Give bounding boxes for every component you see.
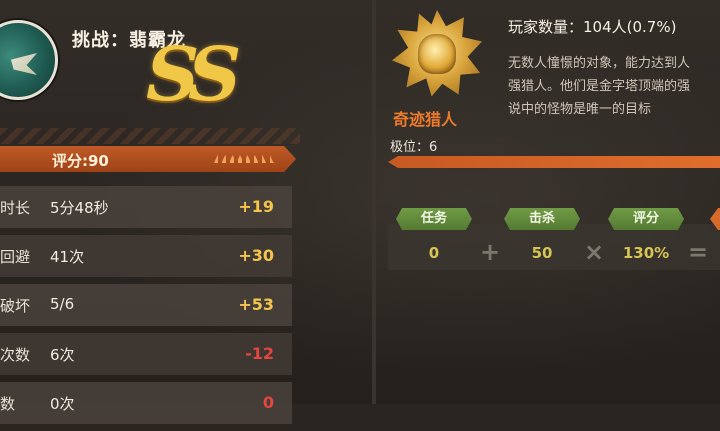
stat-points: -12 — [245, 344, 274, 363]
kill-tag: 击杀 — [504, 208, 580, 230]
kill-value: 50 — [531, 244, 553, 262]
stat-row: 时长 5分48秒 +19 — [0, 186, 292, 228]
stat-row: 数 0次 0 — [0, 382, 292, 424]
stat-label: 破坏 — [0, 297, 31, 315]
rating-tag: 评分 — [608, 208, 684, 230]
score-label: 评分:90 — [52, 152, 109, 170]
monster-avatar — [0, 20, 58, 100]
rank-position: 极位：6 — [390, 140, 438, 155]
rating-value: 130% — [622, 244, 670, 262]
stat-points: +53 — [238, 295, 274, 314]
monster-claw-icon — [11, 53, 37, 75]
equals-operator: = — [688, 238, 709, 266]
emblem-core — [418, 34, 456, 74]
hunter-rank-emblem-icon — [392, 10, 482, 100]
stat-row: 次数 6次 -12 — [0, 333, 292, 375]
mission-value: 0 — [428, 244, 440, 262]
stat-value: 6次 — [50, 346, 75, 364]
player-count: 玩家数量：104人(0.7%) — [508, 18, 677, 36]
stat-points: +19 — [238, 197, 274, 216]
stat-row: 回避 41次 +30 — [0, 235, 292, 277]
stat-label: 时长 — [0, 199, 31, 217]
score-bar — [0, 146, 296, 172]
panel-divider — [372, 0, 376, 404]
rank-strip — [388, 156, 720, 168]
grade-badge: SS — [146, 32, 241, 118]
stat-value: 5分48秒 — [50, 199, 109, 217]
multiply-operator: × — [584, 238, 605, 266]
mission-tag: 任务 — [396, 208, 472, 230]
decorative-pattern — [0, 128, 300, 144]
plus-operator: + — [480, 238, 501, 266]
stat-row: 破坏 5/6 +53 — [0, 284, 292, 326]
rank-name: 奇迹猎人 — [393, 110, 458, 129]
description-line: 强猎人。他们是金字塔顶端的强 — [508, 79, 691, 94]
stat-points: +30 — [238, 246, 274, 265]
stat-points: 0 — [262, 393, 274, 412]
stat-label: 次数 — [0, 346, 31, 364]
rank-description: 无数人憧憬的对象，能力达到人 强猎人。他们是金字塔顶端的强 说中的怪物是唯一的目… — [508, 52, 720, 121]
description-line: 无数人憧憬的对象，能力达到人 — [508, 56, 691, 71]
stat-value: 41次 — [50, 248, 85, 266]
result-panel: 挑战：翡霸龙 SS 评分:90 时长 5分48秒 +19 回避 41次 +30 … — [0, 0, 372, 424]
stat-label: 回避 — [0, 248, 31, 266]
description-line: 说中的怪物是唯一的目标 — [508, 102, 652, 117]
stats-list: 时长 5分48秒 +19 回避 41次 +30 破坏 5/6 +53 次数 6次… — [0, 186, 292, 431]
score-formula: 任务 0 + 击杀 50 × 评分 130% = — [388, 204, 720, 274]
stat-value: 5/6 — [50, 295, 75, 313]
